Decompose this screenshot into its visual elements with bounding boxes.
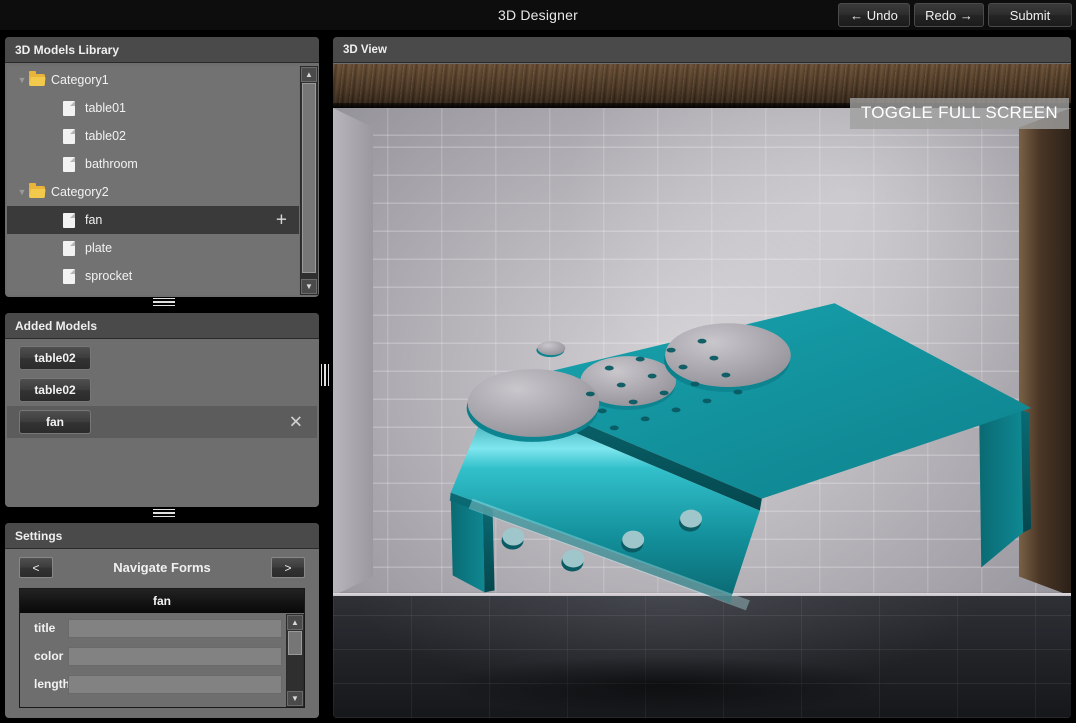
settings-form: fan title color length ▲ ▼ <box>19 588 305 708</box>
tree-item-plate[interactable]: plate <box>7 234 299 262</box>
file-glyph <box>63 156 75 172</box>
folder-icon <box>29 183 51 198</box>
tree-item-category2[interactable]: ▼ Category2 <box>7 178 299 206</box>
file-icon <box>63 156 85 172</box>
form-label-color: color <box>34 649 64 663</box>
next-form-button[interactable]: > <box>271 557 305 578</box>
toggle-full-screen-button[interactable]: TOGGLE FULL SCREEN <box>849 98 1069 129</box>
models-library-title: 3D Models Library <box>5 37 319 63</box>
library-scroll-thumb[interactable] <box>302 83 316 273</box>
tree-item-label: Category1 <box>51 73 109 87</box>
tree-item-sprocket[interactable]: sprocket <box>7 262 299 290</box>
tree-item-category1[interactable]: ▼ Category1 <box>7 66 299 94</box>
settings-form-scrollbar[interactable]: ▲ ▼ <box>286 614 304 707</box>
file-icon <box>63 128 85 144</box>
added-models-body: table02 table02 fan ✕ <box>5 340 319 507</box>
tree-item-label: table02 <box>85 129 127 143</box>
tree-item-label: fan <box>85 213 103 227</box>
undo-button[interactable]: ← Undo <box>838 3 910 27</box>
submit-button[interactable]: Submit <box>988 3 1072 27</box>
file-glyph <box>63 100 75 116</box>
file-icon <box>63 240 85 256</box>
added-model-button[interactable]: fan <box>19 410 91 434</box>
color-field[interactable] <box>68 646 282 666</box>
settings-scroll-down-button[interactable]: ▼ <box>287 691 303 706</box>
chevron-down-icon[interactable]: ▼ <box>15 75 29 85</box>
added-models-panel: Added Models table02 table02 fan ✕ <box>4 312 320 508</box>
form-row-length: length <box>20 670 286 698</box>
settings-title: Settings <box>5 523 319 549</box>
file-glyph <box>63 268 75 284</box>
folder-glyph <box>29 183 45 198</box>
resize-grip-added-settings[interactable] <box>151 508 177 518</box>
resize-grip-library-added[interactable] <box>151 297 177 307</box>
resize-grip-vertical-splitter[interactable] <box>320 362 330 388</box>
file-icon <box>63 268 85 284</box>
settings-scroll-thumb[interactable] <box>288 631 302 655</box>
added-model-button[interactable]: table02 <box>19 378 91 402</box>
added-model-button[interactable]: table02 <box>19 346 91 370</box>
tree-item-label: Category2 <box>51 185 109 199</box>
file-glyph <box>63 212 75 228</box>
form-row-title: title <box>20 614 286 642</box>
form-row-color: color <box>20 642 286 670</box>
top-toolbar: 3D Designer ← Undo Redo → Submit <box>0 0 1076 30</box>
tree-item-fan[interactable]: fan + <box>7 206 299 234</box>
navigate-forms-row: < Navigate Forms > <box>7 552 317 584</box>
file-glyph <box>63 240 75 256</box>
chevron-down-icon[interactable]: ▼ <box>15 187 29 197</box>
added-model-row[interactable]: table02 <box>7 342 317 374</box>
add-model-icon[interactable]: + <box>276 211 287 230</box>
tree-item-label: bathroom <box>85 157 138 171</box>
tree-item-label: sprocket <box>85 269 133 283</box>
tree-item-table02[interactable]: table02 <box>7 122 299 150</box>
form-label-length: length <box>34 677 70 691</box>
models-tree[interactable]: ▼ Category1 table01 table02 bathroom ▼ Categor… <box>7 66 299 295</box>
added-model-row[interactable]: table02 <box>7 374 317 406</box>
settings-body-wrap: < Navigate Forms > fan title color length … <box>5 550 319 718</box>
form-fields-container: title color length <box>20 614 286 707</box>
form-header-title: fan <box>20 589 304 613</box>
library-scroll-up-button[interactable]: ▲ <box>301 67 317 82</box>
tree-item-table01[interactable]: table01 <box>7 94 299 122</box>
settings-body: < Navigate Forms > fan title color length … <box>7 552 317 716</box>
tree-item-bathroom[interactable]: bathroom <box>7 150 299 178</box>
redo-button[interactable]: Redo → <box>914 3 984 27</box>
tree-item-label: plate <box>85 241 113 255</box>
file-glyph <box>63 128 75 144</box>
3d-view-panel: 3D View TOGGLE FULL SCREEN <box>332 36 1072 719</box>
folder-icon <box>29 71 51 86</box>
title-field[interactable] <box>68 618 282 638</box>
3d-model-fan[interactable] <box>333 64 1071 718</box>
remove-model-icon[interactable]: ✕ <box>289 414 303 431</box>
added-models-title: Added Models <box>5 313 319 339</box>
models-library-body: ▼ Category1 table01 table02 bathroom ▼ Categor… <box>5 64 319 297</box>
added-models-list[interactable]: table02 table02 fan ✕ <box>7 342 317 505</box>
length-field[interactable] <box>68 674 282 694</box>
library-scroll-down-button[interactable]: ▼ <box>301 279 317 294</box>
3d-view-title: 3D View <box>333 37 1071 63</box>
file-icon <box>63 212 85 228</box>
settings-scroll-up-button[interactable]: ▲ <box>287 615 303 630</box>
file-icon <box>63 100 85 116</box>
library-scrollbar[interactable]: ▲ ▼ <box>300 66 318 295</box>
app-root: 3D Designer ← Undo Redo → Submit 3D Mode… <box>0 0 1076 723</box>
tree-item-label: table01 <box>85 101 127 115</box>
3d-viewport[interactable]: TOGGLE FULL SCREEN <box>333 64 1071 718</box>
models-library-panel: 3D Models Library ▼ Category1 table01 table… <box>4 36 320 298</box>
form-label-title: title <box>34 621 56 635</box>
folder-glyph <box>29 71 45 86</box>
added-model-row[interactable]: fan ✕ <box>7 406 317 438</box>
settings-panel: Settings < Navigate Forms > fan title col… <box>4 522 320 719</box>
